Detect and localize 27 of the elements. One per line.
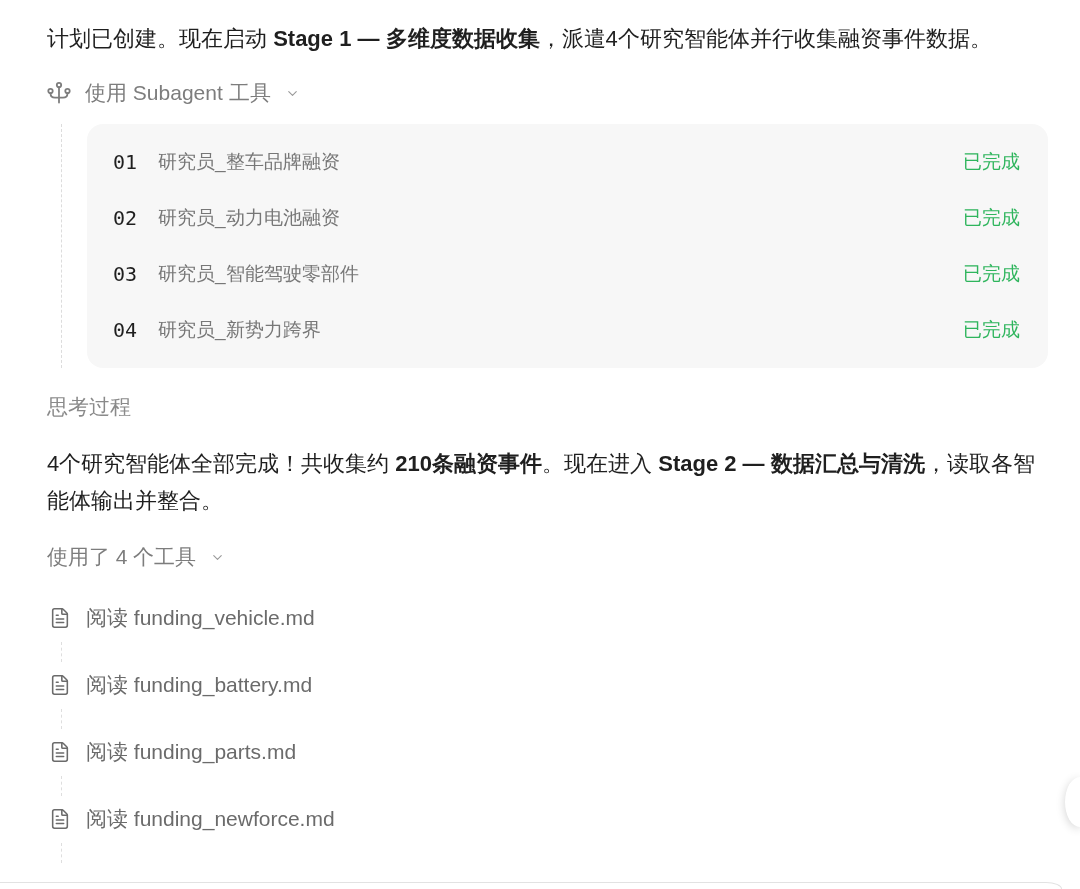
message-input-box[interactable]: [0, 882, 1062, 889]
file-icon: [49, 741, 71, 763]
row-number: 03: [113, 261, 138, 288]
tools-toggle[interactable]: 使用了 4 个工具: [47, 539, 226, 575]
row-number: 01: [113, 149, 138, 176]
status-label: 已完成: [963, 261, 1020, 286]
status-label: 已完成: [963, 317, 1020, 342]
agent-name: 研究员_新势力跨界: [158, 317, 321, 343]
file-icon: [49, 607, 71, 629]
status-label: 已完成: [963, 205, 1020, 230]
file-read-label: 阅读 funding_newforce.md: [86, 806, 335, 833]
branch-icon: [47, 81, 71, 105]
file-read-label: 阅读 funding_vehicle.md: [86, 605, 315, 632]
row-number: 02: [113, 205, 138, 232]
thinking-toggle[interactable]: 思考过程: [47, 391, 131, 423]
row-number: 04: [113, 317, 138, 344]
file-read-label: 阅读 funding_battery.md: [86, 672, 313, 699]
agent-name: 研究员_智能驾驶零部件: [158, 261, 359, 287]
agent-name: 研究员_动力电池融资: [158, 205, 340, 231]
file-icon: [49, 808, 71, 830]
agent-name: 研究员_整车品牌融资: [158, 149, 340, 175]
message-paragraph: 计划已创建。现在启动 Stage 1 — 多维度数据收集，派遣4个研究智能体并行收集融资事件数据。: [47, 25, 993, 53]
message-paragraph: 4个研究智能体全部完成！共收集约 210条融资事件。现在进入 Stage 2 — 数据汇总与清洗，读取各智能体输出并整合。: [47, 450, 1036, 515]
file-icon: [49, 674, 71, 696]
tool-toggle[interactable]: 使用 Subagent 工具: [47, 75, 300, 111]
status-label: 已完成: [963, 149, 1020, 174]
file-read-label: 阅读 funding_parts.md: [86, 739, 297, 766]
